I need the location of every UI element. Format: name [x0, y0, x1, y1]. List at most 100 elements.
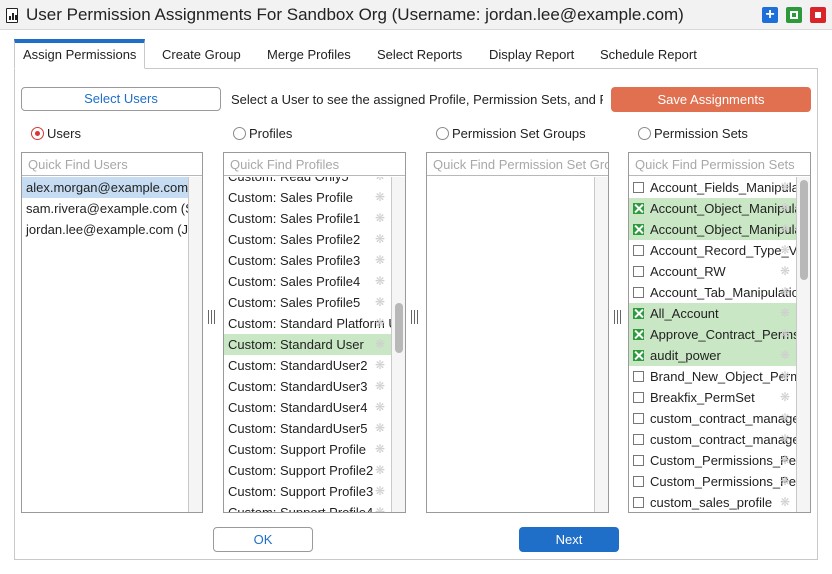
permission-set-list-item[interactable]: Custom_Permissions_Permset❋: [629, 450, 796, 471]
profile-list-item[interactable]: Custom: StandardUser2 ❋: [224, 355, 391, 376]
profile-list-item[interactable]: Custom: StandardUser5 ❋: [224, 418, 391, 439]
permission-sets-quick-find[interactable]: [629, 153, 810, 176]
profile-list-item[interactable]: Custom: Support Profile3 ❋: [224, 481, 391, 502]
checkbox[interactable]: [633, 287, 644, 299]
permission-set-list-item[interactable]: Approve_Contract_Permset ❋: [629, 324, 796, 345]
permission-set-list-item[interactable]: Account_Record_Type_Visibility❋: [629, 240, 796, 261]
profile-list-item[interactable]: Custom: Support Profile2 ❋: [224, 460, 391, 481]
checkbox[interactable]: [633, 371, 644, 383]
save-assignments-button[interactable]: Save Assignments: [611, 87, 811, 112]
permission-set-list-item[interactable]: Brand_New_Object_Permset❋: [629, 366, 796, 387]
permission-sets-search-input[interactable]: [629, 153, 810, 175]
permission-sets-list[interactable]: Account_Fields_Manipulation❋Account_Obje…: [628, 152, 811, 513]
profiles-list[interactable]: Custom: Read Only5❋Custom: Sales Profile…: [223, 152, 406, 513]
select-users-button[interactable]: Select Users: [21, 87, 221, 111]
permission-set-list-item[interactable]: custom_sales_profile ❋: [629, 492, 796, 512]
checkbox[interactable]: [633, 182, 644, 194]
checkbox[interactable]: [633, 245, 644, 257]
permission-set-list-item[interactable]: Custom_Permissions_Permset2❋: [629, 471, 796, 492]
users-scrollbar[interactable]: [188, 177, 202, 512]
profile-list-item[interactable]: Custom: Sales Profile1 ❋: [224, 208, 391, 229]
users-quick-find[interactable]: [22, 153, 202, 176]
grip-icon[interactable]: [207, 310, 217, 324]
permission-set-list-item[interactable]: Account_Tab_Manipulation ❋: [629, 282, 796, 303]
permission-set-list-item[interactable]: Account_Fields_Manipulation❋: [629, 177, 796, 198]
permission-sets-scrollbar[interactable]: [796, 177, 810, 512]
radio-permission-sets[interactable]: [638, 127, 651, 140]
profiles-search-input[interactable]: [224, 153, 405, 175]
profile-label: Custom: Support Profile3: [228, 484, 374, 499]
snowflake-icon: ❋: [374, 337, 385, 351]
snowflake-icon: ❋: [779, 390, 790, 404]
profiles-scrollbar[interactable]: [391, 177, 405, 512]
permission-set-list-item[interactable]: Account_Object_Manipulation2❋: [629, 219, 796, 240]
profile-list-item[interactable]: Custom: Standard User ❋: [224, 334, 391, 355]
checkbox-checked[interactable]: [633, 350, 644, 362]
profile-list-item[interactable]: Custom: Standard Platform User❋: [224, 313, 391, 334]
checkbox[interactable]: [633, 434, 644, 446]
users-search-input[interactable]: [22, 153, 202, 175]
permission-set-list-item[interactable]: Account_Object_Manipulation❋: [629, 198, 796, 219]
checkbox-checked[interactable]: [633, 203, 644, 215]
profiles-quick-find[interactable]: [224, 153, 405, 176]
checkbox[interactable]: [633, 476, 644, 488]
permission-sets-scroll-thumb[interactable]: [800, 180, 808, 280]
users-list[interactable]: alex.morgan@example.com (Alex Morgan) sam…: [21, 152, 203, 513]
profile-list-item[interactable]: Custom: Sales Profile5 ❋: [224, 292, 391, 313]
permission-set-list-item[interactable]: custom_contract_manager ❋: [629, 408, 796, 429]
profile-list-item[interactable]: Custom: Sales Profile ❋: [224, 187, 391, 208]
grip-icon[interactable]: [613, 310, 623, 324]
user-list-item[interactable]: alex.morgan@example.com (Alex Morgan): [22, 177, 188, 198]
permission-set-label: Approve_Contract_Permset: [650, 327, 796, 342]
tab-select-reports[interactable]: Select Reports: [377, 39, 462, 69]
profile-list-item[interactable]: Custom: Read Only5 ❋: [224, 177, 391, 187]
profiles-scroll-thumb[interactable]: [395, 303, 403, 353]
tab-merge-profiles[interactable]: Merge Profiles: [267, 39, 351, 69]
radio-profiles[interactable]: [233, 127, 246, 140]
checkbox-checked[interactable]: [633, 224, 644, 236]
user-list-item[interactable]: jordan.lee@example.com (Jordan Lee): [22, 219, 188, 240]
profile-list-item[interactable]: Custom: Support Profile4❋: [224, 502, 391, 512]
checkbox-checked[interactable]: [633, 329, 644, 341]
user-list-item[interactable]: sam.rivera@example.com (Sam Rivera): [22, 198, 188, 219]
profile-list-item[interactable]: Custom: Sales Profile2 ❋: [224, 229, 391, 250]
ok-button[interactable]: OK: [213, 527, 313, 552]
tab-create-group[interactable]: Create Group: [162, 39, 241, 69]
permission-set-list-item[interactable]: Account_RW ❋: [629, 261, 796, 282]
permission-set-groups-search-input[interactable]: [427, 153, 608, 175]
profile-list-item[interactable]: Custom: StandardUser3 ❋: [224, 376, 391, 397]
close-button[interactable]: [810, 7, 826, 23]
next-button[interactable]: Next: [519, 527, 619, 552]
profile-list-item[interactable]: Custom: Sales Profile4 ❋: [224, 271, 391, 292]
checkbox[interactable]: [633, 497, 644, 509]
snowflake-icon: ❋: [374, 463, 385, 477]
permission-set-groups-scrollbar[interactable]: [594, 177, 608, 512]
tab-display-report[interactable]: Display Report: [489, 39, 574, 69]
permission-set-groups-quick-find[interactable]: [427, 153, 608, 176]
radio-users[interactable]: [31, 127, 44, 140]
minimize-button[interactable]: [786, 7, 802, 23]
checkbox[interactable]: [633, 413, 644, 425]
tab-schedule-report[interactable]: Schedule Report: [600, 39, 697, 69]
checkbox-checked[interactable]: [633, 308, 644, 320]
permission-set-label: Account_Tab_Manipulation: [650, 285, 796, 300]
tab-assign-permissions[interactable]: Assign Permissions: [14, 39, 146, 69]
grip-icon[interactable]: [410, 310, 420, 324]
permission-set-label: custom_contract_manager: [650, 411, 796, 426]
profile-list-item[interactable]: Custom: Support Profile ❋: [224, 439, 391, 460]
permission-set-groups-list[interactable]: [426, 152, 609, 513]
checkbox[interactable]: [633, 392, 644, 404]
profile-list-item[interactable]: Custom: StandardUser4 ❋: [224, 397, 391, 418]
permission-set-label: custom_contract_manager2: [650, 432, 796, 447]
profile-list-item[interactable]: Custom: Sales Profile3 ❋: [224, 250, 391, 271]
checkbox[interactable]: [633, 455, 644, 467]
maximize-button[interactable]: +: [762, 7, 778, 23]
snowflake-icon: ❋: [374, 358, 385, 372]
permission-set-list-item[interactable]: custom_contract_manager2 ❋: [629, 429, 796, 450]
permission-set-list-item[interactable]: audit_power ❋: [629, 345, 796, 366]
permission-set-list-item[interactable]: Breakfix_PermSet ❋: [629, 387, 796, 408]
radio-permission-set-groups[interactable]: [436, 127, 449, 140]
tab-bar: Assign Permissions Create Group Merge Pr…: [14, 39, 818, 69]
permission-set-list-item[interactable]: All_Account ❋: [629, 303, 796, 324]
checkbox[interactable]: [633, 266, 644, 278]
